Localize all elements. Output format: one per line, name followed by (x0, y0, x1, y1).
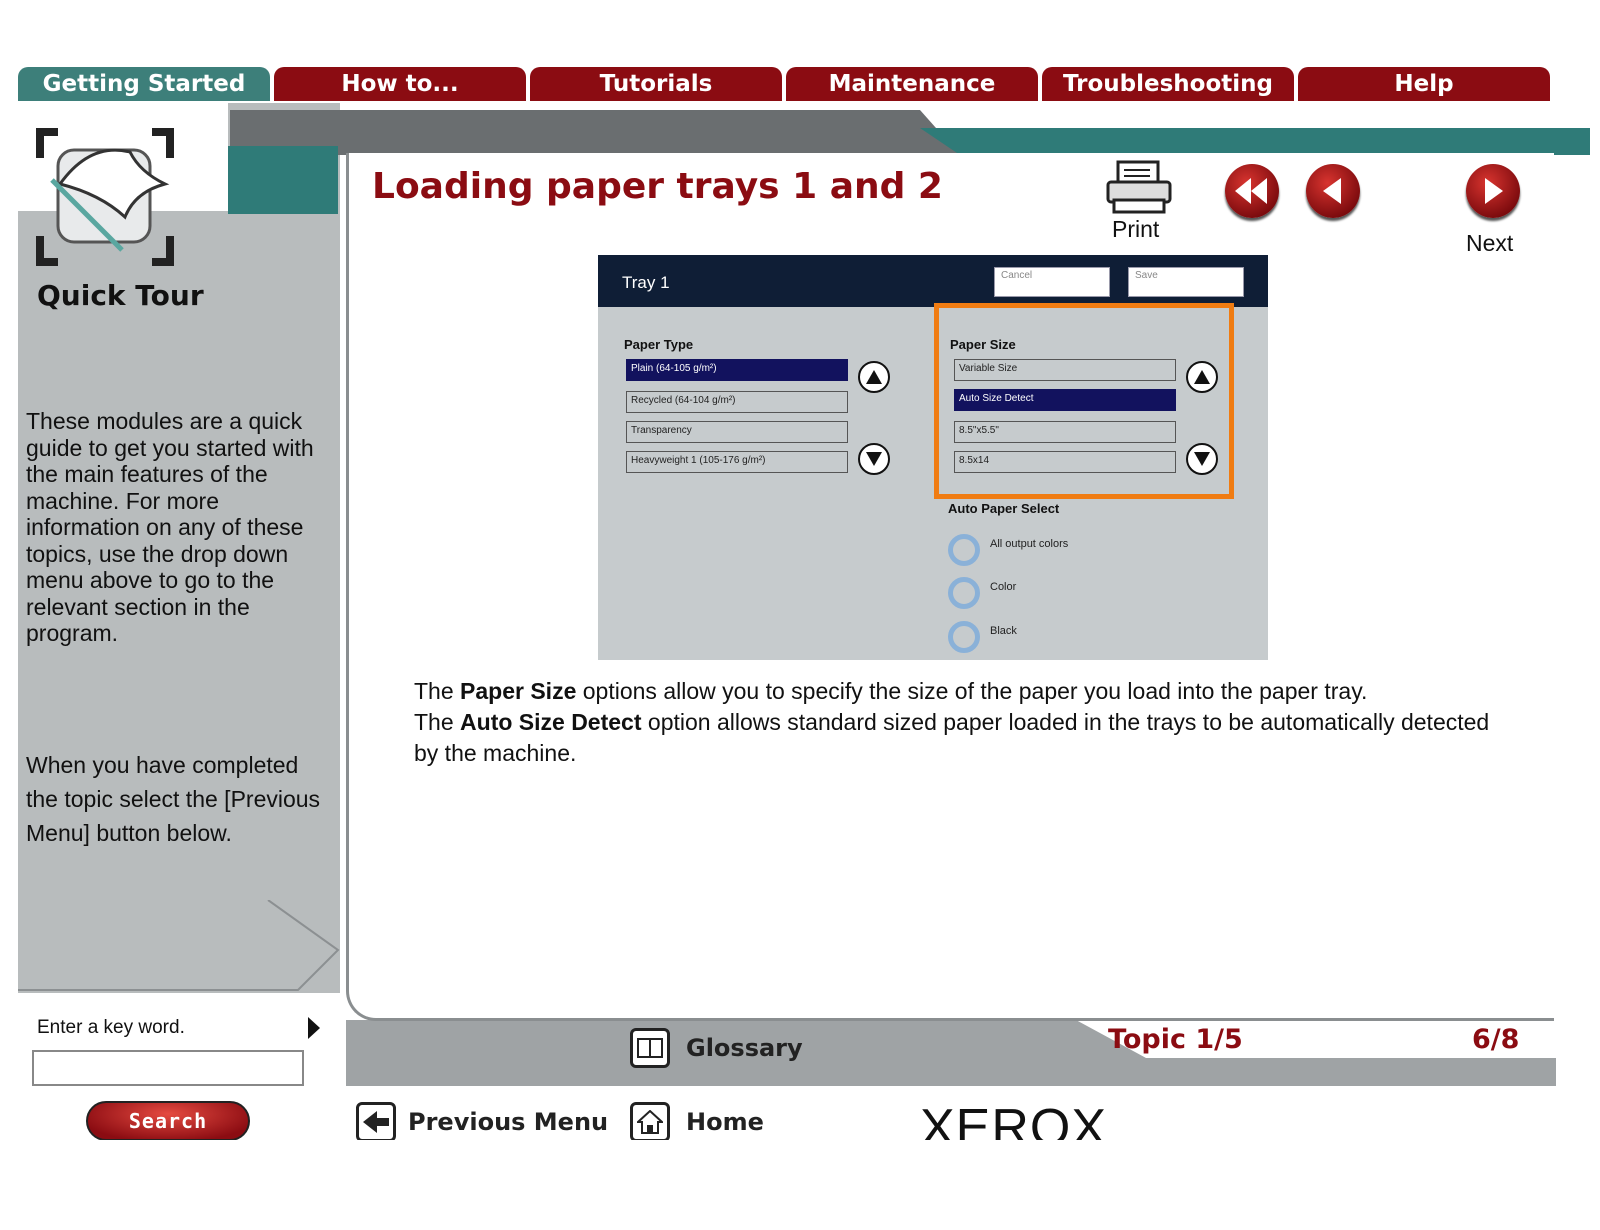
down-arrow-icon (1194, 452, 1210, 466)
tab-troubleshooting[interactable]: Troubleshooting (1042, 67, 1294, 101)
topic-indicator: Topic 1/5 (1108, 1024, 1243, 1055)
description-line-1: The Paper Size options allow you to spec… (414, 678, 1368, 704)
paper-size-label: Paper Size (950, 337, 1016, 352)
scroll-up-button[interactable] (858, 361, 890, 393)
scroll-up-button[interactable] (1186, 361, 1218, 393)
back-arrow-icon (1323, 178, 1341, 204)
search-go-icon[interactable] (308, 1017, 320, 1039)
down-arrow-icon (866, 452, 882, 466)
paper-type-option[interactable]: Recycled (64-104 g/m²) (626, 391, 848, 413)
auto-paper-select-label: Auto Paper Select (948, 501, 1060, 516)
tab-help[interactable]: Help (1298, 67, 1550, 101)
home-button[interactable] (630, 1102, 670, 1142)
paper-type-option[interactable]: Transparency (626, 421, 848, 443)
description-text: The Paper Size options allow you to spec… (414, 676, 1504, 769)
up-arrow-icon (866, 370, 882, 384)
page-indicator: 6/8 (1472, 1024, 1520, 1055)
sidebar-intro-text: These modules are a quick guide to get y… (26, 408, 314, 646)
next-page-button[interactable] (1466, 164, 1520, 218)
cancel-button[interactable]: Cancel (994, 267, 1110, 297)
paper-size-option[interactable]: Variable Size (954, 359, 1176, 381)
brand-text: XEROX (920, 1099, 1108, 1140)
tab-how-to[interactable]: How to... (274, 67, 526, 101)
radio-label: All output colors (990, 538, 1069, 550)
section-title: Quick Tour (37, 279, 204, 312)
quick-tour-logo-icon (36, 128, 174, 266)
radio-button[interactable] (948, 577, 980, 609)
paper-size-option[interactable]: 8.5x14 (954, 451, 1176, 473)
tray-title: Tray 1 (622, 273, 670, 292)
paper-type-option[interactable]: Heavyweight 1 (105-176 g/m²) (626, 451, 848, 473)
previous-menu-link[interactable]: Previous Menu (408, 1108, 608, 1136)
tab-maintenance[interactable]: Maintenance (786, 67, 1038, 101)
up-arrow-icon (1194, 370, 1210, 384)
next-label[interactable]: Next (1466, 230, 1513, 257)
rewind-icon (1235, 178, 1267, 204)
scroll-down-button[interactable] (858, 443, 890, 475)
scroll-down-button[interactable] (1186, 443, 1218, 475)
save-button[interactable]: Save (1128, 267, 1244, 297)
header-accent-block (228, 146, 338, 214)
footer-strip (346, 1020, 1556, 1086)
paper-size-option[interactable]: 8.5"x5.5" (954, 421, 1176, 443)
previous-page-button[interactable] (1306, 164, 1360, 218)
tab-getting-started[interactable]: Getting Started (18, 67, 270, 101)
tray-screen: Tray 1 Cancel Save Paper Type Plain (64-… (598, 255, 1268, 660)
radio-label: Color (990, 581, 1017, 593)
search-button[interactable]: Search (86, 1101, 250, 1141)
page-bottom (0, 1140, 1600, 1230)
paper-type-option[interactable]: Plain (64-105 g/m²) (626, 359, 848, 381)
previous-menu-button[interactable] (356, 1102, 396, 1142)
page-title: Loading paper trays 1 and 2 (372, 166, 943, 207)
description-line-2: The Auto Size Detect option allows stand… (414, 709, 1490, 766)
sidebar-bevel (18, 900, 340, 991)
home-link[interactable]: Home (686, 1108, 764, 1136)
print-icon[interactable] (1104, 160, 1174, 215)
print-label[interactable]: Print (1112, 216, 1159, 243)
book-icon (637, 1038, 663, 1058)
search-input[interactable] (32, 1050, 304, 1086)
home-icon (637, 1110, 663, 1134)
paper-type-label: Paper Type (624, 337, 694, 352)
radio-button[interactable] (948, 534, 980, 566)
first-page-button[interactable] (1225, 164, 1279, 218)
glossary-button[interactable] (630, 1028, 670, 1068)
paper-size-option[interactable]: Auto Size Detect (954, 389, 1176, 411)
tab-tutorials[interactable]: Tutorials (530, 67, 782, 101)
forward-arrow-icon (1485, 178, 1503, 204)
glossary-link[interactable]: Glossary (686, 1034, 803, 1062)
xerox-logo: XEROX (920, 1098, 1160, 1140)
radio-label: Black (990, 625, 1017, 637)
radio-button[interactable] (948, 621, 980, 653)
back-arrow-icon (363, 1111, 389, 1133)
search-label: Enter a key word. (37, 1017, 185, 1038)
sidebar-completed-text: When you have completed the topic select… (26, 752, 321, 846)
